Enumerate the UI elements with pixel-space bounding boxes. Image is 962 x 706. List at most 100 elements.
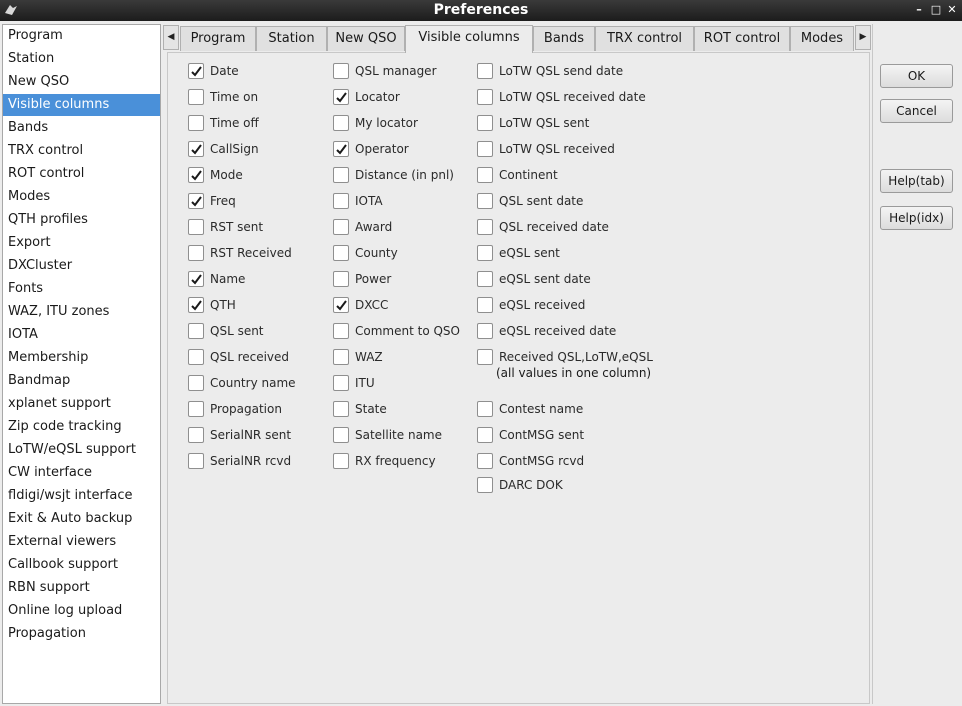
sidebar-item-bands[interactable]: Bands: [3, 117, 160, 139]
triangle-left-icon[interactable]: ◀: [163, 25, 179, 50]
checkbox-box[interactable]: [477, 141, 493, 157]
sidebar-item-cw-interface[interactable]: CW interface: [3, 462, 160, 484]
tab-new-qso[interactable]: New QSO: [327, 26, 405, 51]
sidebar-item-qth-profiles[interactable]: QTH profiles: [3, 209, 160, 231]
checkbox-box[interactable]: [188, 271, 204, 287]
checkbox-box[interactable]: [188, 115, 204, 131]
checkbox-box[interactable]: [188, 63, 204, 79]
checkbox-box[interactable]: [477, 245, 493, 261]
sidebar-item-exit-auto-backup[interactable]: Exit & Auto backup: [3, 508, 160, 530]
checkbox-box[interactable]: [188, 89, 204, 105]
checkbox-box[interactable]: [188, 323, 204, 339]
checkbox-box[interactable]: [333, 375, 349, 391]
sidebar-item-propagation[interactable]: Propagation: [3, 623, 160, 645]
checkbox-box[interactable]: [188, 297, 204, 313]
sidebar-item-online-log-upload[interactable]: Online log upload: [3, 600, 160, 622]
checkbox-box[interactable]: [188, 167, 204, 183]
checkbox-box[interactable]: [477, 219, 493, 235]
checkbox-box[interactable]: [333, 349, 349, 365]
checkbox-box[interactable]: [477, 167, 493, 183]
sidebar-item-visible-columns[interactable]: Visible columns: [3, 94, 160, 116]
checkbox-box[interactable]: [333, 427, 349, 443]
checkbox-label: Name: [210, 272, 246, 286]
checkbox-box[interactable]: [477, 323, 493, 339]
checkbox-box[interactable]: [333, 89, 349, 105]
checkbox-box[interactable]: [333, 193, 349, 209]
category-list[interactable]: Program Station New QSO Visible columns Band…: [2, 24, 161, 704]
checkbox-label: eQSL received date: [499, 324, 617, 338]
tab-program[interactable]: Program: [180, 26, 256, 51]
sidebar-item-membership[interactable]: Membership: [3, 347, 160, 369]
checkbox-box[interactable]: [477, 477, 493, 493]
sidebar-item-dxcluster[interactable]: DXCluster: [3, 255, 160, 277]
sidebar-item-zip-code-tracking[interactable]: Zip code tracking: [3, 416, 160, 438]
checkbox-box[interactable]: [477, 63, 493, 79]
tab-bands[interactable]: Bands: [533, 26, 595, 51]
checkbox-box[interactable]: [477, 271, 493, 287]
checkbox-box[interactable]: [333, 453, 349, 469]
sidebar-item-rot-control[interactable]: ROT control: [3, 163, 160, 185]
sidebar-item-trx-control[interactable]: TRX control: [3, 140, 160, 162]
sidebar-item-xplanet-support[interactable]: xplanet support: [3, 393, 160, 415]
checkbox-box[interactable]: [188, 401, 204, 417]
checkbox-box[interactable]: [477, 297, 493, 313]
checkbox-box[interactable]: [333, 245, 349, 261]
checkbox-box[interactable]: [477, 401, 493, 417]
checkbox-label: RX frequency: [355, 454, 436, 468]
sidebar-item-station[interactable]: Station: [3, 48, 160, 70]
checkbox-box[interactable]: [333, 219, 349, 235]
checkbox-label: eQSL sent date: [499, 272, 591, 286]
sidebar-item-waz-itu-zones[interactable]: WAZ, ITU zones: [3, 301, 160, 323]
checkbox-box[interactable]: [477, 89, 493, 105]
sidebar-item-external-viewers[interactable]: External viewers: [3, 531, 160, 553]
minimize-icon[interactable]: –: [912, 3, 926, 17]
checkbox-box[interactable]: [477, 427, 493, 443]
checkbox-box[interactable]: [188, 219, 204, 235]
tab-rot-control[interactable]: ROT control: [694, 26, 790, 51]
checkbox-box[interactable]: [333, 271, 349, 287]
ok-button[interactable]: OK: [880, 64, 953, 88]
maximize-icon[interactable]: □: [929, 3, 943, 17]
checkbox-box[interactable]: [188, 245, 204, 261]
checkbox-box[interactable]: [188, 141, 204, 157]
sidebar-item-export[interactable]: Export: [3, 232, 160, 254]
checkbox-label: My locator: [355, 116, 418, 130]
tab-modes[interactable]: Modes: [790, 26, 854, 51]
tab-visible-columns[interactable]: Visible columns: [405, 25, 533, 53]
sidebar-item-new-qso[interactable]: New QSO: [3, 71, 160, 93]
checkbox-label: eQSL received: [499, 298, 586, 312]
checkbox-box[interactable]: [333, 323, 349, 339]
sidebar-item-fonts[interactable]: Fonts: [3, 278, 160, 300]
sidebar-item-fldigi-wsjt-interface[interactable]: fldigi/wsjt interface: [3, 485, 160, 507]
checkbox-box[interactable]: [333, 115, 349, 131]
sidebar-item-lotw-eqsl-support[interactable]: LoTW/eQSL support: [3, 439, 160, 461]
triangle-right-icon[interactable]: ▶: [855, 25, 871, 50]
sidebar-item-program[interactable]: Program: [3, 25, 160, 47]
sidebar-item-iota[interactable]: IOTA: [3, 324, 160, 346]
checkbox-box[interactable]: [477, 115, 493, 131]
sidebar-item-rbn-support[interactable]: RBN support: [3, 577, 160, 599]
checkbox-box[interactable]: [477, 349, 493, 365]
cancel-button[interactable]: Cancel: [880, 99, 953, 123]
checkbox-box[interactable]: [333, 63, 349, 79]
checkbox-box[interactable]: [188, 427, 204, 443]
close-icon[interactable]: ✕: [945, 3, 959, 17]
checkbox-box[interactable]: [333, 167, 349, 183]
help-tab-button[interactable]: Help(tab): [880, 169, 953, 193]
help-idx-button[interactable]: Help(idx): [880, 206, 953, 230]
checkbox-box[interactable]: [188, 193, 204, 209]
checkbox-box[interactable]: [188, 349, 204, 365]
checkbox-box[interactable]: [188, 375, 204, 391]
tab-trx-control[interactable]: TRX control: [595, 26, 694, 51]
checkbox-box[interactable]: [333, 297, 349, 313]
checkbox-box[interactable]: [333, 141, 349, 157]
checkbox-label: Time off: [210, 116, 259, 130]
checkbox-box[interactable]: [188, 453, 204, 469]
sidebar-item-bandmap[interactable]: Bandmap: [3, 370, 160, 392]
tab-station[interactable]: Station: [256, 26, 327, 51]
checkbox-box[interactable]: [477, 193, 493, 209]
sidebar-item-modes[interactable]: Modes: [3, 186, 160, 208]
checkbox-box[interactable]: [333, 401, 349, 417]
checkbox-box[interactable]: [477, 453, 493, 469]
sidebar-item-callbook-support[interactable]: Callbook support: [3, 554, 160, 576]
